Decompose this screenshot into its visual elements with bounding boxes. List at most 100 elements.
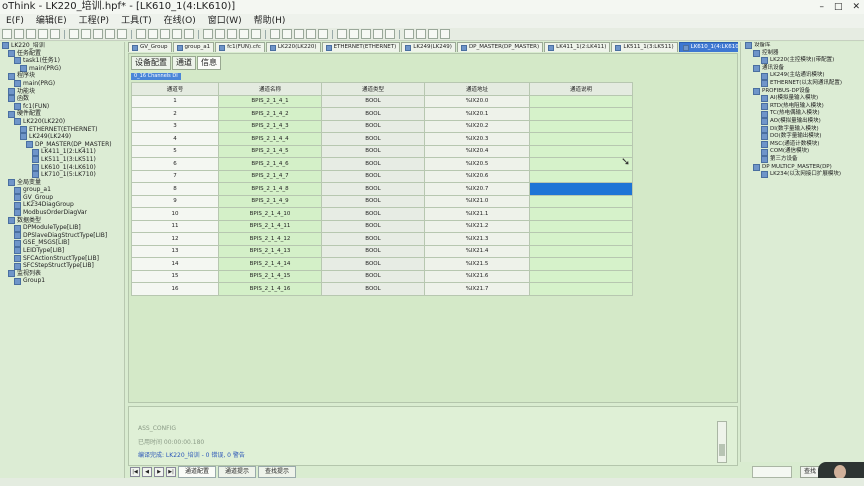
table-cell[interactable]: 11 xyxy=(131,219,219,233)
table-row[interactable]: 11 BPIS_2_1_4_11 BOOL %IX21.2 xyxy=(131,219,633,233)
table-cell[interactable]: 16 xyxy=(131,282,219,296)
table-cell[interactable]: %IX20.3 xyxy=(424,132,530,146)
table-cell[interactable]: 6 xyxy=(131,157,219,171)
toolbar-button-icon[interactable] xyxy=(14,29,24,39)
table-cell[interactable]: %IX21.3 xyxy=(424,232,530,246)
table-cell[interactable]: BOOL xyxy=(321,132,425,146)
menu-help[interactable]: 帮助(H) xyxy=(248,14,292,28)
menu-file[interactable]: E(F) xyxy=(0,14,30,28)
device-library-item[interactable]: DO(数字量输出模块) xyxy=(741,133,864,141)
editor-tab[interactable]: LK511_1(3:LK511) xyxy=(611,42,678,52)
table-cell[interactable]: %IX21.5 xyxy=(424,257,530,271)
table-cell[interactable]: %IX21.6 xyxy=(424,269,530,283)
toolbar-button-icon[interactable] xyxy=(69,29,79,39)
toolbar-button-icon[interactable] xyxy=(38,29,48,39)
toolbar-button-icon[interactable] xyxy=(428,29,438,39)
prev-tab-icon[interactable]: ◀ xyxy=(142,467,152,477)
table-cell[interactable]: %IX21.7 xyxy=(424,282,530,296)
menu-project[interactable]: 工程(P) xyxy=(73,14,115,28)
column-header[interactable]: 通道地址 xyxy=(424,82,530,96)
project-tree-item[interactable]: LK234DiagGroup xyxy=(0,201,124,209)
table-cell[interactable] xyxy=(529,144,633,158)
toolbar-button-icon[interactable] xyxy=(294,29,304,39)
table-cell[interactable]: BOOL xyxy=(321,119,425,133)
device-library-item[interactable]: ETHERNET(以太网通讯配置) xyxy=(741,80,864,88)
project-tree-item[interactable]: 程序块 xyxy=(0,72,124,80)
toolbar-button-icon[interactable] xyxy=(93,29,103,39)
toolbar-button-icon[interactable] xyxy=(440,29,450,39)
table-cell[interactable] xyxy=(529,132,633,146)
toolbar-button-icon[interactable] xyxy=(337,29,347,39)
toolbar-button-icon[interactable] xyxy=(361,29,371,39)
toolbar-button-icon[interactable] xyxy=(184,29,194,39)
table-row[interactable]: 10 BPIS_2_1_4_10 BOOL %IX21.1 xyxy=(131,207,633,221)
toolbar-button-icon[interactable] xyxy=(373,29,383,39)
first-tab-icon[interactable]: |◀ xyxy=(130,467,140,477)
device-library-item[interactable]: LK249(主站通讯模块) xyxy=(741,72,864,80)
table-cell[interactable] xyxy=(529,182,633,196)
table-cell[interactable]: BPIS_2_1_4_4 xyxy=(218,132,322,146)
toolbar-button-icon[interactable] xyxy=(136,29,146,39)
bottom-tab[interactable]: 查找提示 xyxy=(258,466,297,478)
last-tab-icon[interactable]: ▶| xyxy=(166,467,176,477)
next-tab-icon[interactable]: ▶ xyxy=(154,467,164,477)
project-tree-item[interactable]: DPSlaveDiagStructType[LIB] xyxy=(0,232,124,240)
table-cell[interactable]: BOOL xyxy=(321,257,425,271)
column-header[interactable]: 通道说明 xyxy=(529,82,633,96)
toolbar-button-icon[interactable] xyxy=(385,29,395,39)
project-tree-item[interactable]: LK220(LK220) xyxy=(0,118,124,126)
project-tree-item[interactable]: DP_MASTER(DP_MASTER) xyxy=(0,141,124,149)
project-tree-item[interactable]: SFCStepStructType[LIB] xyxy=(0,262,124,270)
minimize-button[interactable]: – xyxy=(819,0,824,14)
table-cell[interactable] xyxy=(529,282,633,296)
table-cell[interactable]: %IX21.1 xyxy=(424,207,530,221)
table-cell[interactable]: BPIS_2_1_4_8 xyxy=(218,182,322,196)
device-library-item[interactable]: DP MULTICP_MASTER(DP) xyxy=(741,164,864,172)
project-tree-item[interactable]: 数据类型 xyxy=(0,217,124,225)
toolbar-button-icon[interactable] xyxy=(349,29,359,39)
table-cell[interactable]: BOOL xyxy=(321,282,425,296)
toolbar-button-icon[interactable] xyxy=(81,29,91,39)
toolbar-button-icon[interactable] xyxy=(404,29,414,39)
table-cell[interactable]: %IX21.2 xyxy=(424,219,530,233)
table-cell[interactable]: BOOL xyxy=(321,182,425,196)
toolbar-button-icon[interactable] xyxy=(148,29,158,39)
table-cell[interactable]: BOOL xyxy=(321,107,425,121)
table-cell[interactable]: BPIS_2_1_4_1 xyxy=(218,94,322,108)
toolbar-button-icon[interactable] xyxy=(2,29,12,39)
table-cell[interactable]: 7 xyxy=(131,169,219,183)
table-cell[interactable]: BOOL xyxy=(321,219,425,233)
editor-tab[interactable]: GV_Group xyxy=(128,42,172,52)
table-cell[interactable]: 12 xyxy=(131,232,219,246)
table-row[interactable]: 4 BPIS_2_1_4_4 BOOL %IX20.3 xyxy=(131,132,633,146)
toolbar-button-icon[interactable] xyxy=(282,29,292,39)
project-tree-item[interactable]: main(PRG) xyxy=(0,80,124,88)
toolbar-button-icon[interactable] xyxy=(318,29,328,39)
table-cell[interactable]: BOOL xyxy=(321,244,425,258)
table-cell[interactable]: %IX20.1 xyxy=(424,107,530,121)
table-cell[interactable] xyxy=(529,269,633,283)
table-cell[interactable]: 14 xyxy=(131,257,219,271)
table-cell[interactable]: %IX20.7 xyxy=(424,182,530,196)
bottom-tab[interactable]: 通道提示 xyxy=(218,466,257,478)
table-cell[interactable]: BPIS_2_1_4_2 xyxy=(218,107,322,121)
project-tree-item[interactable]: SFCActionStructType[LIB] xyxy=(0,255,124,263)
table-cell[interactable]: 13 xyxy=(131,244,219,258)
toolbar-button-icon[interactable] xyxy=(50,29,60,39)
project-tree-item[interactable]: 监视列表 xyxy=(0,270,124,278)
table-cell[interactable]: BPIS_2_1_4_7 xyxy=(218,169,322,183)
table-cell[interactable]: BOOL xyxy=(321,232,425,246)
table-cell[interactable]: BPIS_2_1_4_12 xyxy=(218,232,322,246)
toolbar-button-icon[interactable] xyxy=(227,29,237,39)
editor-tab[interactable]: LK220(LK220) xyxy=(265,42,321,52)
table-cell[interactable]: %IX20.6 xyxy=(424,169,530,183)
device-library-item[interactable]: 设备库 xyxy=(741,42,864,50)
editor-tab[interactable]: LK249(LK249) xyxy=(401,42,456,52)
toolbar-button-icon[interactable] xyxy=(203,29,213,39)
table-cell[interactable]: 9 xyxy=(131,194,219,208)
project-tree-item[interactable]: GV_Group xyxy=(0,194,124,202)
maximize-button[interactable]: □ xyxy=(834,0,843,14)
table-row[interactable]: 13 BPIS_2_1_4_13 BOOL %IX21.4 xyxy=(131,244,633,258)
project-tree-item[interactable]: task1(任务1) xyxy=(0,57,124,65)
table-cell[interactable] xyxy=(529,194,633,208)
